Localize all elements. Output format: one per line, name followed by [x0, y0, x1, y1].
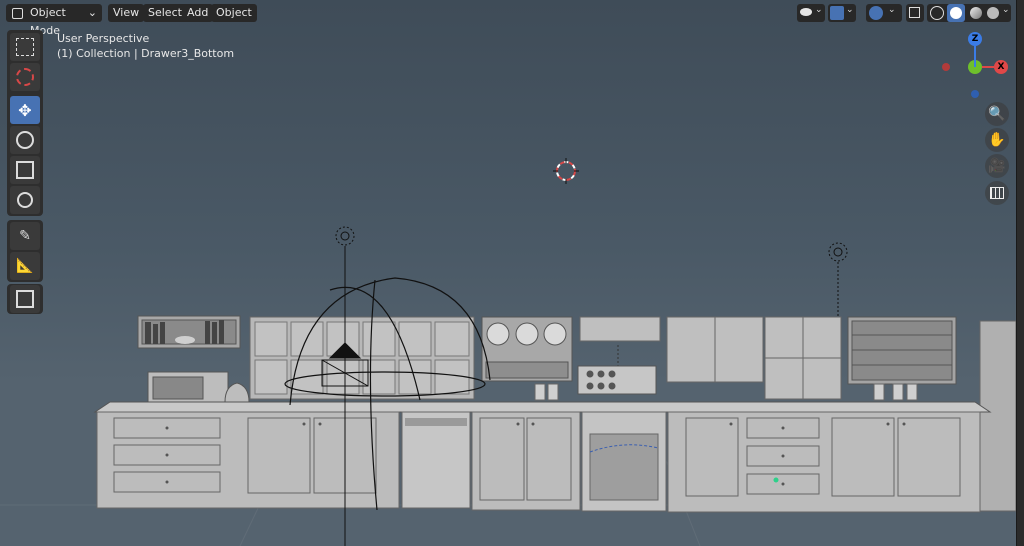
- menu-view[interactable]: View: [108, 4, 145, 22]
- select-box-icon: [16, 38, 34, 56]
- menu-add[interactable]: Add: [182, 4, 214, 22]
- perspective-grid-icon: [990, 187, 1004, 199]
- solid-shading-icon[interactable]: [947, 4, 965, 22]
- add-cube-tool[interactable]: [10, 285, 40, 313]
- measure-tool[interactable]: 📐: [10, 252, 40, 280]
- select-box-tool[interactable]: [10, 33, 40, 61]
- perspective-label: User Perspective: [57, 32, 150, 45]
- overlays-icon: [869, 6, 883, 20]
- cursor-icon: [16, 68, 34, 86]
- mode-dropdown[interactable]: Object Mode ⌄: [6, 4, 102, 37]
- range-hood: [579, 316, 661, 370]
- tool-group-add: [7, 284, 43, 314]
- camera-icon: 🎥: [988, 158, 1006, 174]
- transform-tool[interactable]: [10, 186, 40, 214]
- chevron-down-icon: ⌄: [1002, 5, 1010, 15]
- perspective-toggle-button[interactable]: [985, 181, 1009, 205]
- shading-buttons: ⌄: [927, 4, 1011, 22]
- zoom-button[interactable]: 🔍: [985, 102, 1009, 126]
- object-mode-icon: [12, 8, 23, 19]
- gizmo-axis-y[interactable]: [968, 60, 982, 74]
- gizmo-axis-x[interactable]: X: [994, 60, 1008, 74]
- scale-icon: [16, 161, 34, 179]
- camera-view-button[interactable]: 🎥: [985, 154, 1009, 178]
- eye-icon: [800, 8, 812, 16]
- menu-select[interactable]: Select: [143, 4, 187, 22]
- chevron-down-icon: ⌄: [815, 5, 823, 15]
- xray-icon: [909, 7, 920, 18]
- pencil-icon: ✎: [19, 228, 31, 244]
- properties-panel-edge: [1016, 0, 1024, 546]
- gizmo-axis-neg-z[interactable]: [971, 90, 979, 98]
- visibility-dropdown[interactable]: ⌄: [797, 4, 825, 22]
- upper-cabinet-right: [666, 316, 842, 400]
- microwave: [147, 371, 229, 405]
- pan-hand-icon: ✋: [988, 132, 1006, 148]
- menu-object[interactable]: Object: [211, 4, 257, 22]
- cursor-tool[interactable]: [10, 63, 40, 91]
- base-cabinets: [96, 411, 981, 513]
- material-shading-icon[interactable]: [970, 7, 982, 19]
- wireframe-shading-icon[interactable]: [930, 6, 944, 20]
- zoom-icon: 🔍: [988, 106, 1006, 122]
- xray-toggle[interactable]: [906, 4, 924, 22]
- chevron-down-icon: ⌄: [888, 5, 896, 15]
- rendered-shading-icon[interactable]: [987, 7, 999, 19]
- add-cube-icon: [16, 290, 34, 308]
- rotate-tool[interactable]: [10, 126, 40, 154]
- scale-tool[interactable]: [10, 156, 40, 184]
- transform-icon: [17, 192, 33, 208]
- open-shelf-right: [847, 316, 957, 385]
- tool-group-transform: ✥: [7, 30, 43, 216]
- gizmo-toggle[interactable]: ⌄: [828, 4, 856, 22]
- collection-context-label: (1) Collection | Drawer3_Bottom: [57, 47, 235, 60]
- gizmo-axis-neg-x[interactable]: [942, 63, 950, 71]
- 3d-viewport[interactable]: Object Mode ⌄ View Select Add Object ⌄ ⌄…: [0, 0, 1016, 546]
- tool-group-annotate: ✎ 📐: [7, 220, 43, 282]
- gizmo-icon: [830, 6, 844, 20]
- viewport-header: Object Mode ⌄ View Select Add Object ⌄ ⌄…: [0, 0, 1016, 37]
- pan-button[interactable]: ✋: [985, 128, 1009, 152]
- plate-rack: [481, 316, 573, 382]
- rotate-icon: [16, 131, 34, 149]
- annotate-tool[interactable]: ✎: [10, 222, 40, 250]
- move-icon: ✥: [18, 100, 32, 120]
- gizmo-axis-z[interactable]: Z: [968, 32, 982, 46]
- move-tool[interactable]: ✥: [10, 96, 40, 124]
- stove-panel: [577, 365, 657, 395]
- scene-kitchen-model: [0, 158, 1016, 546]
- light-object-right: [828, 242, 848, 317]
- ruler-icon: 📐: [16, 258, 34, 274]
- chevron-down-icon: ⌄: [87, 6, 97, 19]
- navigation-gizmo[interactable]: Z X: [938, 28, 1008, 104]
- 3d-cursor: [553, 158, 579, 184]
- overlays-toggle[interactable]: ⌄: [866, 4, 902, 22]
- chevron-down-icon: ⌄: [846, 5, 854, 15]
